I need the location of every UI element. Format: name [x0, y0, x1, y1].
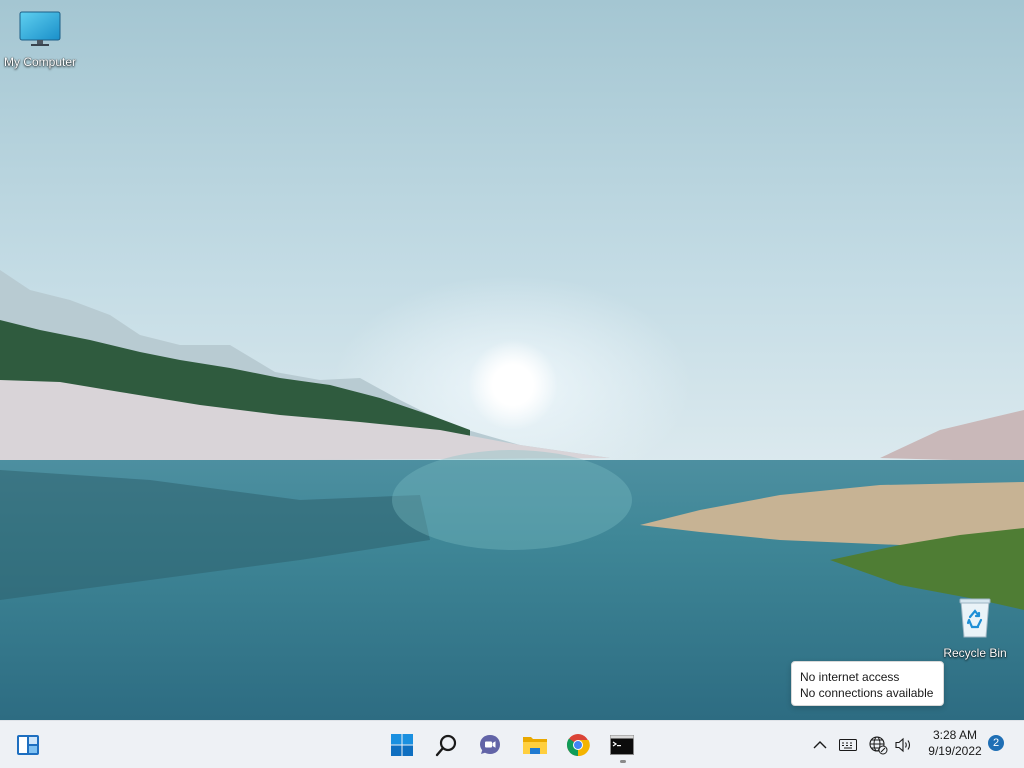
my-computer-icon[interactable]: My Computer — [0, 10, 80, 69]
network-tooltip: No internet access No connections availa… — [791, 661, 944, 706]
monitor-icon — [19, 11, 61, 46]
running-indicator — [620, 760, 626, 763]
recycle-bin-label: Recycle Bin — [943, 646, 1007, 660]
chrome-icon — [566, 734, 590, 757]
file-explorer-icon — [523, 737, 547, 754]
volume-icon — [895, 737, 911, 753]
command-prompt-icon — [610, 735, 634, 755]
volume-button[interactable] — [894, 735, 914, 755]
widgets-icon — [17, 735, 39, 755]
file-explorer-button[interactable] — [517, 727, 553, 763]
chat-button[interactable] — [472, 727, 508, 763]
tooltip-line-1: No internet access — [800, 670, 900, 684]
my-computer-label: My Computer — [3, 55, 77, 69]
search-button[interactable] — [429, 727, 465, 763]
widgets-button[interactable] — [10, 727, 46, 763]
teams-chat-icon — [480, 735, 500, 754]
clock-date: 9/19/2022 — [928, 744, 982, 758]
command-prompt-button[interactable] — [604, 727, 640, 763]
clock[interactable]: 3:28 AM 9/19/2022 — [922, 727, 988, 759]
taskbar: 3:28 AM 9/19/2022 — [0, 720, 1024, 768]
notification-count-badge[interactable]: 2 — [988, 735, 1004, 751]
network-button[interactable] — [868, 735, 888, 755]
input-indicator-button[interactable] — [838, 735, 858, 755]
chevron-up-icon — [813, 741, 827, 749]
desktop: My Computer Recycle Bin No internet acce… — [0, 0, 1024, 720]
search-icon — [435, 734, 457, 757]
recycle-bin-icon[interactable]: Recycle Bin — [935, 597, 1015, 660]
show-hidden-icons-button[interactable] — [810, 735, 830, 755]
tooltip-line-2: No connections available — [800, 686, 934, 700]
wallpaper-landscape — [0, 0, 1024, 720]
clock-time: 3:28 AM — [932, 728, 978, 742]
windows-start-icon — [391, 734, 413, 756]
recycle-bin-graphic-icon — [959, 598, 991, 638]
network-globe-icon — [869, 736, 888, 755]
chrome-button[interactable] — [560, 727, 596, 763]
keyboard-icon — [839, 739, 857, 751]
start-button[interactable] — [384, 727, 420, 763]
